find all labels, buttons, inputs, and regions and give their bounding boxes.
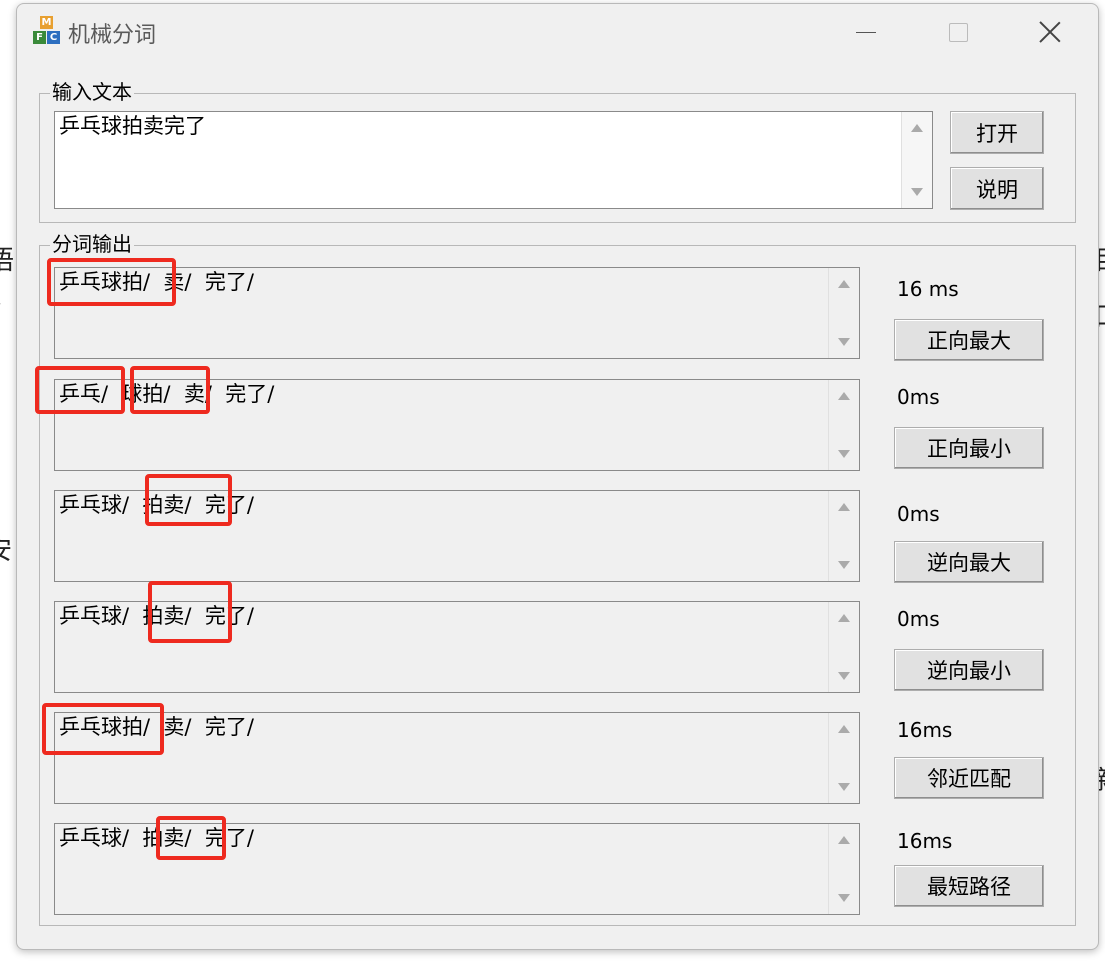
highlight-box	[42, 703, 164, 755]
scroll-down-icon[interactable]	[838, 894, 850, 902]
highlight-box	[35, 366, 125, 414]
open-button[interactable]: 打开	[950, 111, 1044, 154]
shortest-path-button[interactable]: 最短路径	[894, 865, 1044, 907]
highlight-box	[47, 258, 176, 306]
scroll-up-icon[interactable]	[838, 503, 850, 511]
output-group-label: 分词输出	[50, 232, 134, 256]
output-scrollbar[interactable]	[828, 491, 859, 581]
output-scrollbar[interactable]	[828, 824, 859, 914]
forward-min-button[interactable]: 正向最小	[894, 427, 1044, 469]
scroll-up-icon[interactable]	[838, 614, 850, 622]
elapsed-time: 0ms	[897, 502, 940, 526]
background-text-fragment: 语	[0, 246, 15, 276]
highlight-box	[156, 816, 226, 860]
background-text-fragment: 安	[0, 530, 12, 567]
input-group-label: 输入文本	[50, 80, 134, 104]
minimize-icon	[856, 31, 876, 33]
output-scrollbar[interactable]	[828, 713, 859, 803]
output-scrollbar[interactable]	[828, 380, 859, 470]
scroll-down-icon[interactable]	[838, 561, 850, 569]
maximize-icon	[948, 22, 968, 42]
scroll-down-icon[interactable]	[838, 338, 850, 346]
highlight-box	[148, 581, 232, 643]
scroll-up-icon[interactable]	[838, 392, 850, 400]
title-bar[interactable]: M F C 机械分词	[17, 4, 1098, 60]
input-scrollbar[interactable]	[901, 112, 932, 208]
mfc-app-icon: M F C	[33, 16, 61, 48]
elapsed-time: 16 ms	[897, 277, 959, 301]
help-button[interactable]: 说明	[950, 167, 1044, 210]
minimize-button[interactable]	[843, 12, 889, 52]
maximize-button[interactable]	[935, 12, 981, 52]
output-scrollbar[interactable]	[828, 602, 859, 692]
close-button[interactable]	[1027, 12, 1073, 52]
backward-min-button[interactable]: 逆向最小	[894, 649, 1044, 691]
elapsed-time: 16ms	[897, 718, 953, 742]
scroll-up-icon[interactable]	[911, 124, 923, 132]
elapsed-time: 16ms	[897, 829, 953, 853]
close-icon	[1039, 21, 1061, 43]
forward-max-button[interactable]: 正向最大	[894, 319, 1044, 361]
scroll-up-icon[interactable]	[838, 725, 850, 733]
scroll-down-icon[interactable]	[838, 672, 850, 680]
background-text-fragment: 亻	[0, 302, 15, 332]
highlight-box	[145, 474, 232, 526]
scroll-down-icon[interactable]	[911, 188, 923, 196]
input-text-area[interactable]: 乒乓球拍卖完了	[54, 111, 933, 209]
elapsed-time: 0ms	[897, 607, 940, 631]
scroll-down-icon[interactable]	[838, 450, 850, 458]
input-text: 乒乓球拍卖完了	[59, 114, 206, 138]
scroll-down-icon[interactable]	[838, 783, 850, 791]
window-title: 机械分词	[68, 23, 157, 48]
scroll-up-icon[interactable]	[838, 836, 850, 844]
scroll-up-icon[interactable]	[838, 280, 850, 288]
input-groupbox: 输入文本 乒乓球拍卖完了 打开 说明	[39, 80, 1076, 223]
adjacent-match-output[interactable]: 乒乓球拍/ 卖/ 完了/	[54, 712, 860, 804]
highlight-box	[130, 366, 210, 414]
elapsed-time: 0ms	[897, 385, 940, 409]
backward-max-button[interactable]: 逆向最大	[894, 541, 1044, 583]
output-scrollbar[interactable]	[828, 268, 859, 358]
adjacent-match-button[interactable]: 邻近匹配	[894, 757, 1044, 799]
